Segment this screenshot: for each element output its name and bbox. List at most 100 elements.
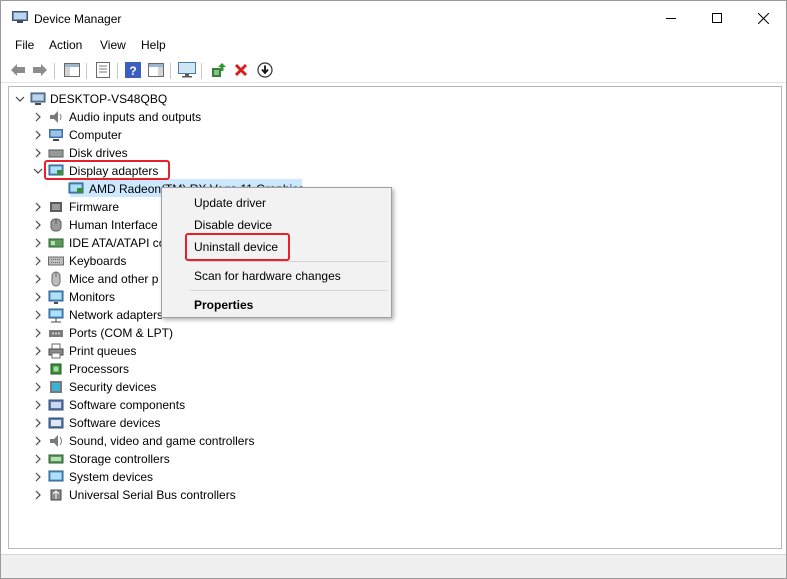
- toolbar-separator: [201, 63, 202, 79]
- properties-button[interactable]: [93, 60, 113, 80]
- menu-file[interactable]: File: [15, 38, 34, 52]
- chevron-right-icon[interactable]: [33, 237, 43, 249]
- computer-root-icon: [30, 92, 46, 105]
- tree-category-sound-video-and-game-controllers[interactable]: Sound, video and game controllers: [9, 432, 781, 450]
- tree-root[interactable]: DESKTOP-VS48QBQ: [9, 90, 781, 108]
- tree-category-software-components[interactable]: Software components: [9, 396, 781, 414]
- tree-category-computer[interactable]: Computer: [9, 126, 781, 144]
- ctx-update-driver[interactable]: Update driver: [194, 196, 266, 210]
- back-button[interactable]: [8, 60, 28, 80]
- port-icon: [49, 330, 63, 337]
- title-bar: Device Manager: [1, 1, 786, 35]
- enable-device-button[interactable]: [255, 60, 275, 80]
- tree-category-monitors[interactable]: Monitors: [9, 288, 781, 306]
- scan-hardware-button[interactable]: [177, 60, 197, 80]
- tree-category-audio-inputs-and-outputs[interactable]: Audio inputs and outputs: [9, 108, 781, 126]
- tree-category-keyboards[interactable]: Keyboards: [9, 252, 781, 270]
- forward-button[interactable]: [30, 60, 50, 80]
- software-component-icon: [48, 399, 64, 411]
- maximize-icon: [712, 13, 722, 23]
- help-button[interactable]: ?: [123, 60, 143, 80]
- uninstall-device-button[interactable]: [231, 60, 251, 80]
- tree-category-human-interface[interactable]: Human Interface: [9, 216, 781, 234]
- chevron-right-icon[interactable]: [33, 399, 43, 411]
- chevron-right-icon[interactable]: [33, 327, 43, 339]
- tree-category-ports-com-lpt[interactable]: Ports (COM & LPT): [9, 324, 781, 342]
- software-device-icon: [48, 417, 64, 429]
- tree-category-print-queues[interactable]: Print queues: [9, 342, 781, 360]
- chevron-right-icon[interactable]: [33, 147, 43, 159]
- device-manager-window: Device Manager File Action View Help ? D…: [0, 0, 787, 579]
- tree-category-label: Security devices: [69, 380, 157, 394]
- tree-category-processors[interactable]: Processors: [9, 360, 781, 378]
- mouse-icon: [51, 271, 61, 287]
- minimize-button[interactable]: [648, 1, 694, 35]
- chevron-right-icon[interactable]: [33, 345, 43, 357]
- chevron-right-icon[interactable]: [33, 129, 43, 141]
- keyboard-icon: [48, 256, 64, 266]
- firmware-icon: [50, 202, 62, 212]
- svg-text:?: ?: [129, 64, 136, 78]
- chevron-right-icon[interactable]: [33, 111, 43, 123]
- tree-category-network-adapters[interactable]: Network adapters: [9, 306, 781, 324]
- tree-category-storage-controllers[interactable]: Storage controllers: [9, 450, 781, 468]
- chevron-right-icon[interactable]: [33, 471, 43, 483]
- tree-category-label: Ports (COM & LPT): [69, 326, 174, 340]
- tree-category-security-devices[interactable]: Security devices: [9, 378, 781, 396]
- ctx-scan-hardware-changes[interactable]: Scan for hardware changes: [194, 269, 341, 283]
- device-manager-app-icon: [12, 11, 28, 23]
- tree-category-label: Software components: [69, 398, 186, 412]
- tree-category-ide-ata-atapi-co[interactable]: IDE ATA/ATAPI co: [9, 234, 781, 252]
- device-tree: DESKTOP-VS48QBQ Audio inputs and outputs…: [8, 86, 782, 549]
- close-button[interactable]: [740, 1, 786, 35]
- tree-category-universal-serial-bus-controllers[interactable]: Universal Serial Bus controllers: [9, 486, 781, 504]
- tree-category-label: Processors: [69, 362, 130, 376]
- menu-view[interactable]: View: [100, 38, 126, 52]
- tree-category-software-devices[interactable]: Software devices: [9, 414, 781, 432]
- console-tree-icon: [64, 63, 80, 77]
- properties-icon: [96, 62, 110, 78]
- storage-controller-icon: [48, 454, 64, 464]
- tree-category-label: Human Interface: [69, 218, 158, 232]
- monitor-scan-icon: [178, 62, 196, 78]
- tree-root-label: DESKTOP-VS48QBQ: [50, 92, 168, 106]
- tree-category-label: Print queues: [69, 344, 137, 358]
- toolbar-separator: [86, 63, 87, 79]
- tree-category-label: Software devices: [69, 416, 161, 430]
- show-hide-console-tree-button[interactable]: [62, 60, 82, 80]
- tree-category-mice-and-other-p[interactable]: Mice and other p: [9, 270, 781, 288]
- chevron-right-icon[interactable]: [33, 417, 43, 429]
- chevron-right-icon[interactable]: [33, 489, 43, 501]
- menu-action[interactable]: Action: [49, 38, 82, 52]
- chevron-right-icon[interactable]: [33, 363, 43, 375]
- menu-help[interactable]: Help: [141, 38, 166, 52]
- chevron-down-icon[interactable]: [15, 93, 25, 105]
- chevron-right-icon[interactable]: [33, 309, 43, 321]
- security-device-icon: [50, 381, 62, 393]
- close-icon: [757, 12, 769, 24]
- tree-category-system-devices[interactable]: System devices: [9, 468, 781, 486]
- chevron-right-icon[interactable]: [33, 453, 43, 465]
- tree-device-amd-radeon[interactable]: AMD Radeon(TM) RX Vega 11 Graphics: [9, 180, 781, 198]
- tree-category-label: Disk drives: [69, 146, 128, 160]
- toolbar-separator: [117, 63, 118, 79]
- back-arrow-icon: [11, 64, 25, 76]
- chevron-down-icon[interactable]: [33, 165, 43, 177]
- display-adapters-highlight: [44, 160, 170, 180]
- maximize-button[interactable]: [694, 1, 740, 35]
- ctx-properties[interactable]: Properties: [194, 298, 253, 312]
- tree-category-firmware[interactable]: Firmware: [9, 198, 781, 216]
- action-pane-button[interactable]: [146, 60, 166, 80]
- ctx-disable-device[interactable]: Disable device: [194, 218, 272, 232]
- tree-category-label: Network adapters: [69, 308, 164, 322]
- menu-separator: [190, 261, 387, 262]
- chevron-right-icon[interactable]: [33, 381, 43, 393]
- chevron-right-icon[interactable]: [33, 435, 43, 447]
- update-driver-button[interactable]: [208, 60, 228, 80]
- chevron-right-icon[interactable]: [33, 291, 43, 303]
- chevron-right-icon[interactable]: [33, 201, 43, 213]
- chevron-right-icon[interactable]: [33, 219, 43, 231]
- chevron-right-icon[interactable]: [33, 273, 43, 285]
- chevron-right-icon[interactable]: [33, 255, 43, 267]
- uninstall-device-highlight: [185, 233, 290, 261]
